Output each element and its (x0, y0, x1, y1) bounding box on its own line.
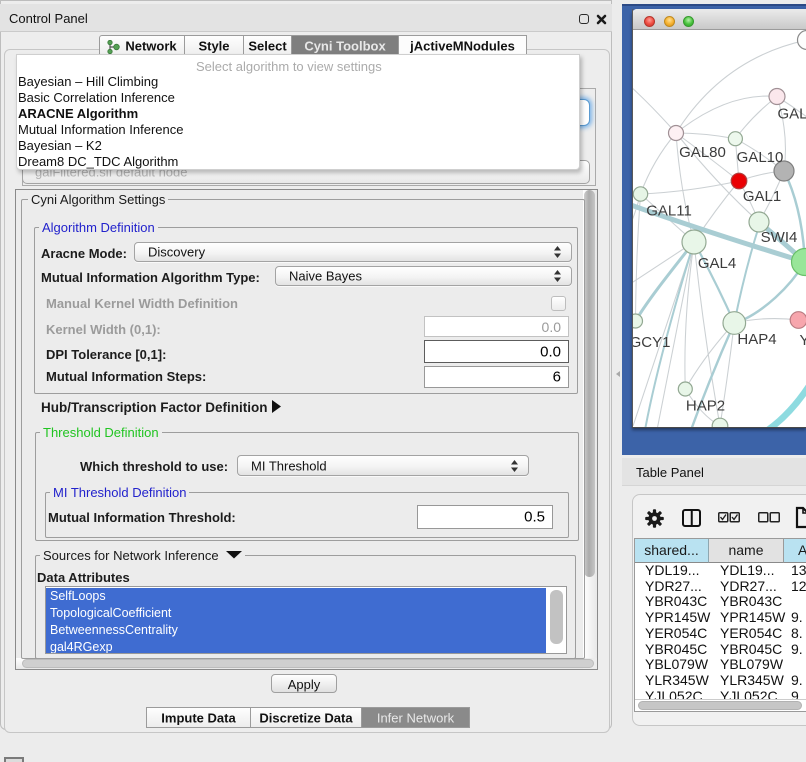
svg-text:GAL10: GAL10 (737, 149, 784, 166)
svg-text:GAL1: GAL1 (743, 188, 781, 205)
svg-text:HAP4: HAP4 (737, 331, 776, 348)
svg-text:SWI4: SWI4 (761, 229, 798, 246)
svg-text:GCY1: GCY1 (633, 334, 670, 351)
svg-text:GAL4: GAL4 (698, 255, 736, 272)
svg-text:GAL11: GAL11 (646, 203, 692, 220)
svg-text:HAP2: HAP2 (686, 398, 725, 415)
svg-text:GAL7: GAL7 (778, 106, 806, 123)
svg-text:YJL: YJL (800, 332, 806, 349)
svg-text:GAL80: GAL80 (679, 144, 726, 161)
